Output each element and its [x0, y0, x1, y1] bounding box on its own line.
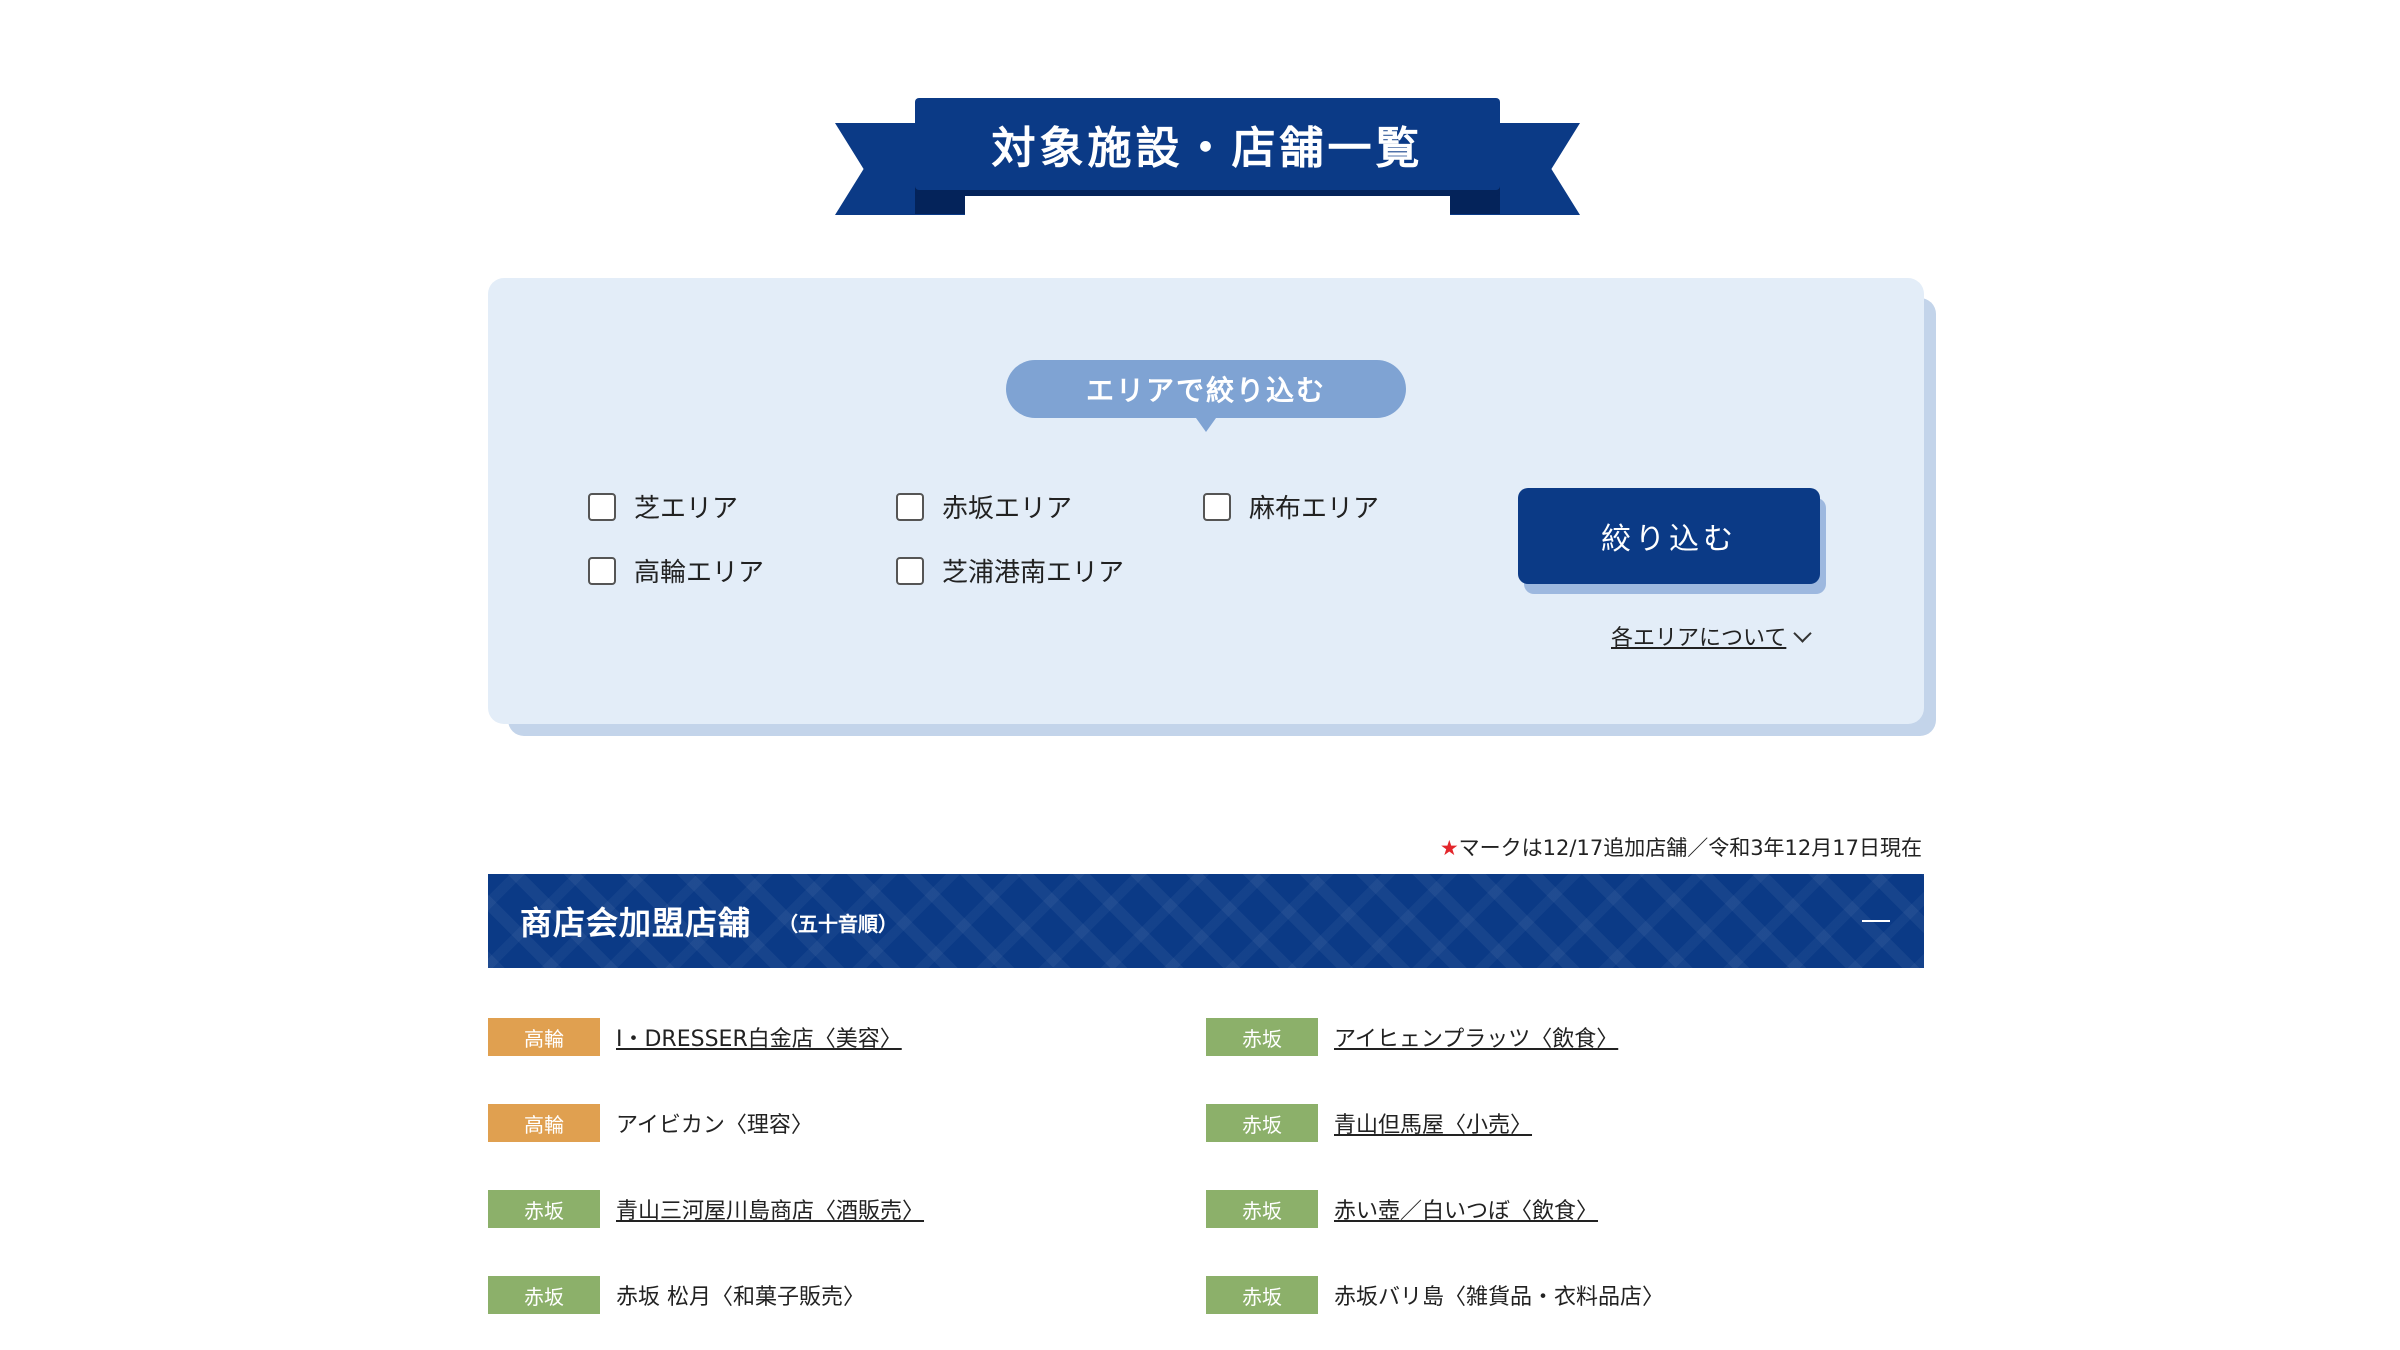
checkbox-box[interactable]: [588, 556, 616, 585]
area-tag: 赤坂: [488, 1190, 600, 1228]
area-tag: 赤坂: [1206, 1104, 1318, 1142]
area-checkbox-shibaura-konan[interactable]: 芝浦港南エリア: [896, 552, 1124, 589]
area-option-label: 芝エリア: [634, 494, 739, 524]
store-name: アイビカン〈理容〉: [616, 1113, 813, 1138]
store-link[interactable]: 青山但馬屋〈小売〉: [1334, 1107, 1532, 1139]
list-item: 赤坂 青山三河屋川島商店〈酒販売〉: [488, 1190, 924, 1228]
area-checkbox-shiba[interactable]: 芝エリア: [588, 488, 738, 525]
area-checkbox-takanawa[interactable]: 高輪エリア: [588, 552, 764, 589]
area-option-label: 麻布エリア: [1249, 494, 1380, 524]
update-note-text: マークは12/17追加店舗／令和3年12月17日現在: [1458, 836, 1922, 860]
store-link[interactable]: 赤い壺／白いつぼ〈飲食〉: [1334, 1193, 1598, 1225]
checkbox-box[interactable]: [896, 492, 924, 521]
checkbox-box[interactable]: [896, 556, 924, 585]
list-item: 赤坂 アイヒェンプラッツ〈飲食〉: [1206, 1018, 1618, 1056]
apply-filter-button[interactable]: 絞り込む: [1518, 488, 1820, 584]
section-title: 商店会加盟店舗: [520, 904, 752, 942]
ribbon-fold-right: [1450, 186, 1500, 214]
area-checkbox-azabu[interactable]: 麻布エリア: [1203, 488, 1379, 525]
list-item: 高輪 アイビカン〈理容〉: [488, 1104, 813, 1142]
list-item: 赤坂 赤坂 松月〈和菓子販売〉: [488, 1276, 865, 1314]
collapse-icon[interactable]: [1862, 920, 1890, 922]
page-title: 対象施設・店舗一覧: [991, 123, 1424, 174]
chevron-down-icon: [1793, 623, 1813, 643]
area-tag: 赤坂: [1206, 1276, 1318, 1314]
filter-heading: エリアで絞り込む: [1006, 360, 1406, 432]
section-subtitle: （五十音順）: [778, 912, 898, 936]
store-name: 赤坂 松月〈和菓子販売〉: [616, 1285, 865, 1310]
area-checkbox-akasaka[interactable]: 赤坂エリア: [896, 488, 1072, 525]
filter-panel: エリアで絞り込む 芝エリア 赤坂エリア 麻布エリア 高輪エリア 芝浦港南エリア …: [488, 278, 1924, 724]
area-tag: 高輪: [488, 1018, 600, 1056]
store-link[interactable]: 青山三河屋川島商店〈酒販売〉: [616, 1193, 924, 1225]
checkbox-box[interactable]: [588, 492, 616, 521]
list-item: 赤坂 青山但馬屋〈小売〉: [1206, 1104, 1532, 1142]
area-info-link[interactable]: 各エリアについて: [1611, 620, 1813, 652]
store-name: 赤坂バリ島〈雑貨品・衣料品店〉: [1334, 1285, 1665, 1310]
ribbon-fold-left: [915, 186, 965, 214]
area-option-label: 赤坂エリア: [942, 494, 1073, 524]
area-tag: 高輪: [488, 1104, 600, 1142]
store-link[interactable]: I・DRESSER白金店〈美容〉: [616, 1021, 902, 1053]
update-note: ★マークは12/17追加店舗／令和3年12月17日現在: [1440, 832, 1922, 862]
store-link[interactable]: アイヒェンプラッツ〈飲食〉: [1334, 1021, 1618, 1053]
list-item: 赤坂 赤い壺／白いつぼ〈飲食〉: [1206, 1190, 1598, 1228]
area-tag: 赤坂: [488, 1276, 600, 1314]
section-header[interactable]: 商店会加盟店舗 （五十音順）: [488, 874, 1924, 968]
area-tag: 赤坂: [1206, 1190, 1318, 1228]
area-option-label: 高輪エリア: [634, 558, 765, 588]
area-info-label: 各エリアについて: [1611, 626, 1787, 651]
list-item: 赤坂 赤坂バリ島〈雑貨品・衣料品店〉: [1206, 1276, 1664, 1314]
area-tag: 赤坂: [1206, 1018, 1318, 1056]
ribbon-band: 対象施設・店舗一覧: [915, 98, 1500, 190]
list-item: 高輪 I・DRESSER白金店〈美容〉: [488, 1018, 902, 1056]
star-icon: ★: [1439, 836, 1459, 860]
checkbox-box[interactable]: [1203, 492, 1231, 521]
area-option-label: 芝浦港南エリア: [942, 558, 1125, 588]
page-title-ribbon: 対象施設・店舗一覧: [835, 98, 1580, 218]
